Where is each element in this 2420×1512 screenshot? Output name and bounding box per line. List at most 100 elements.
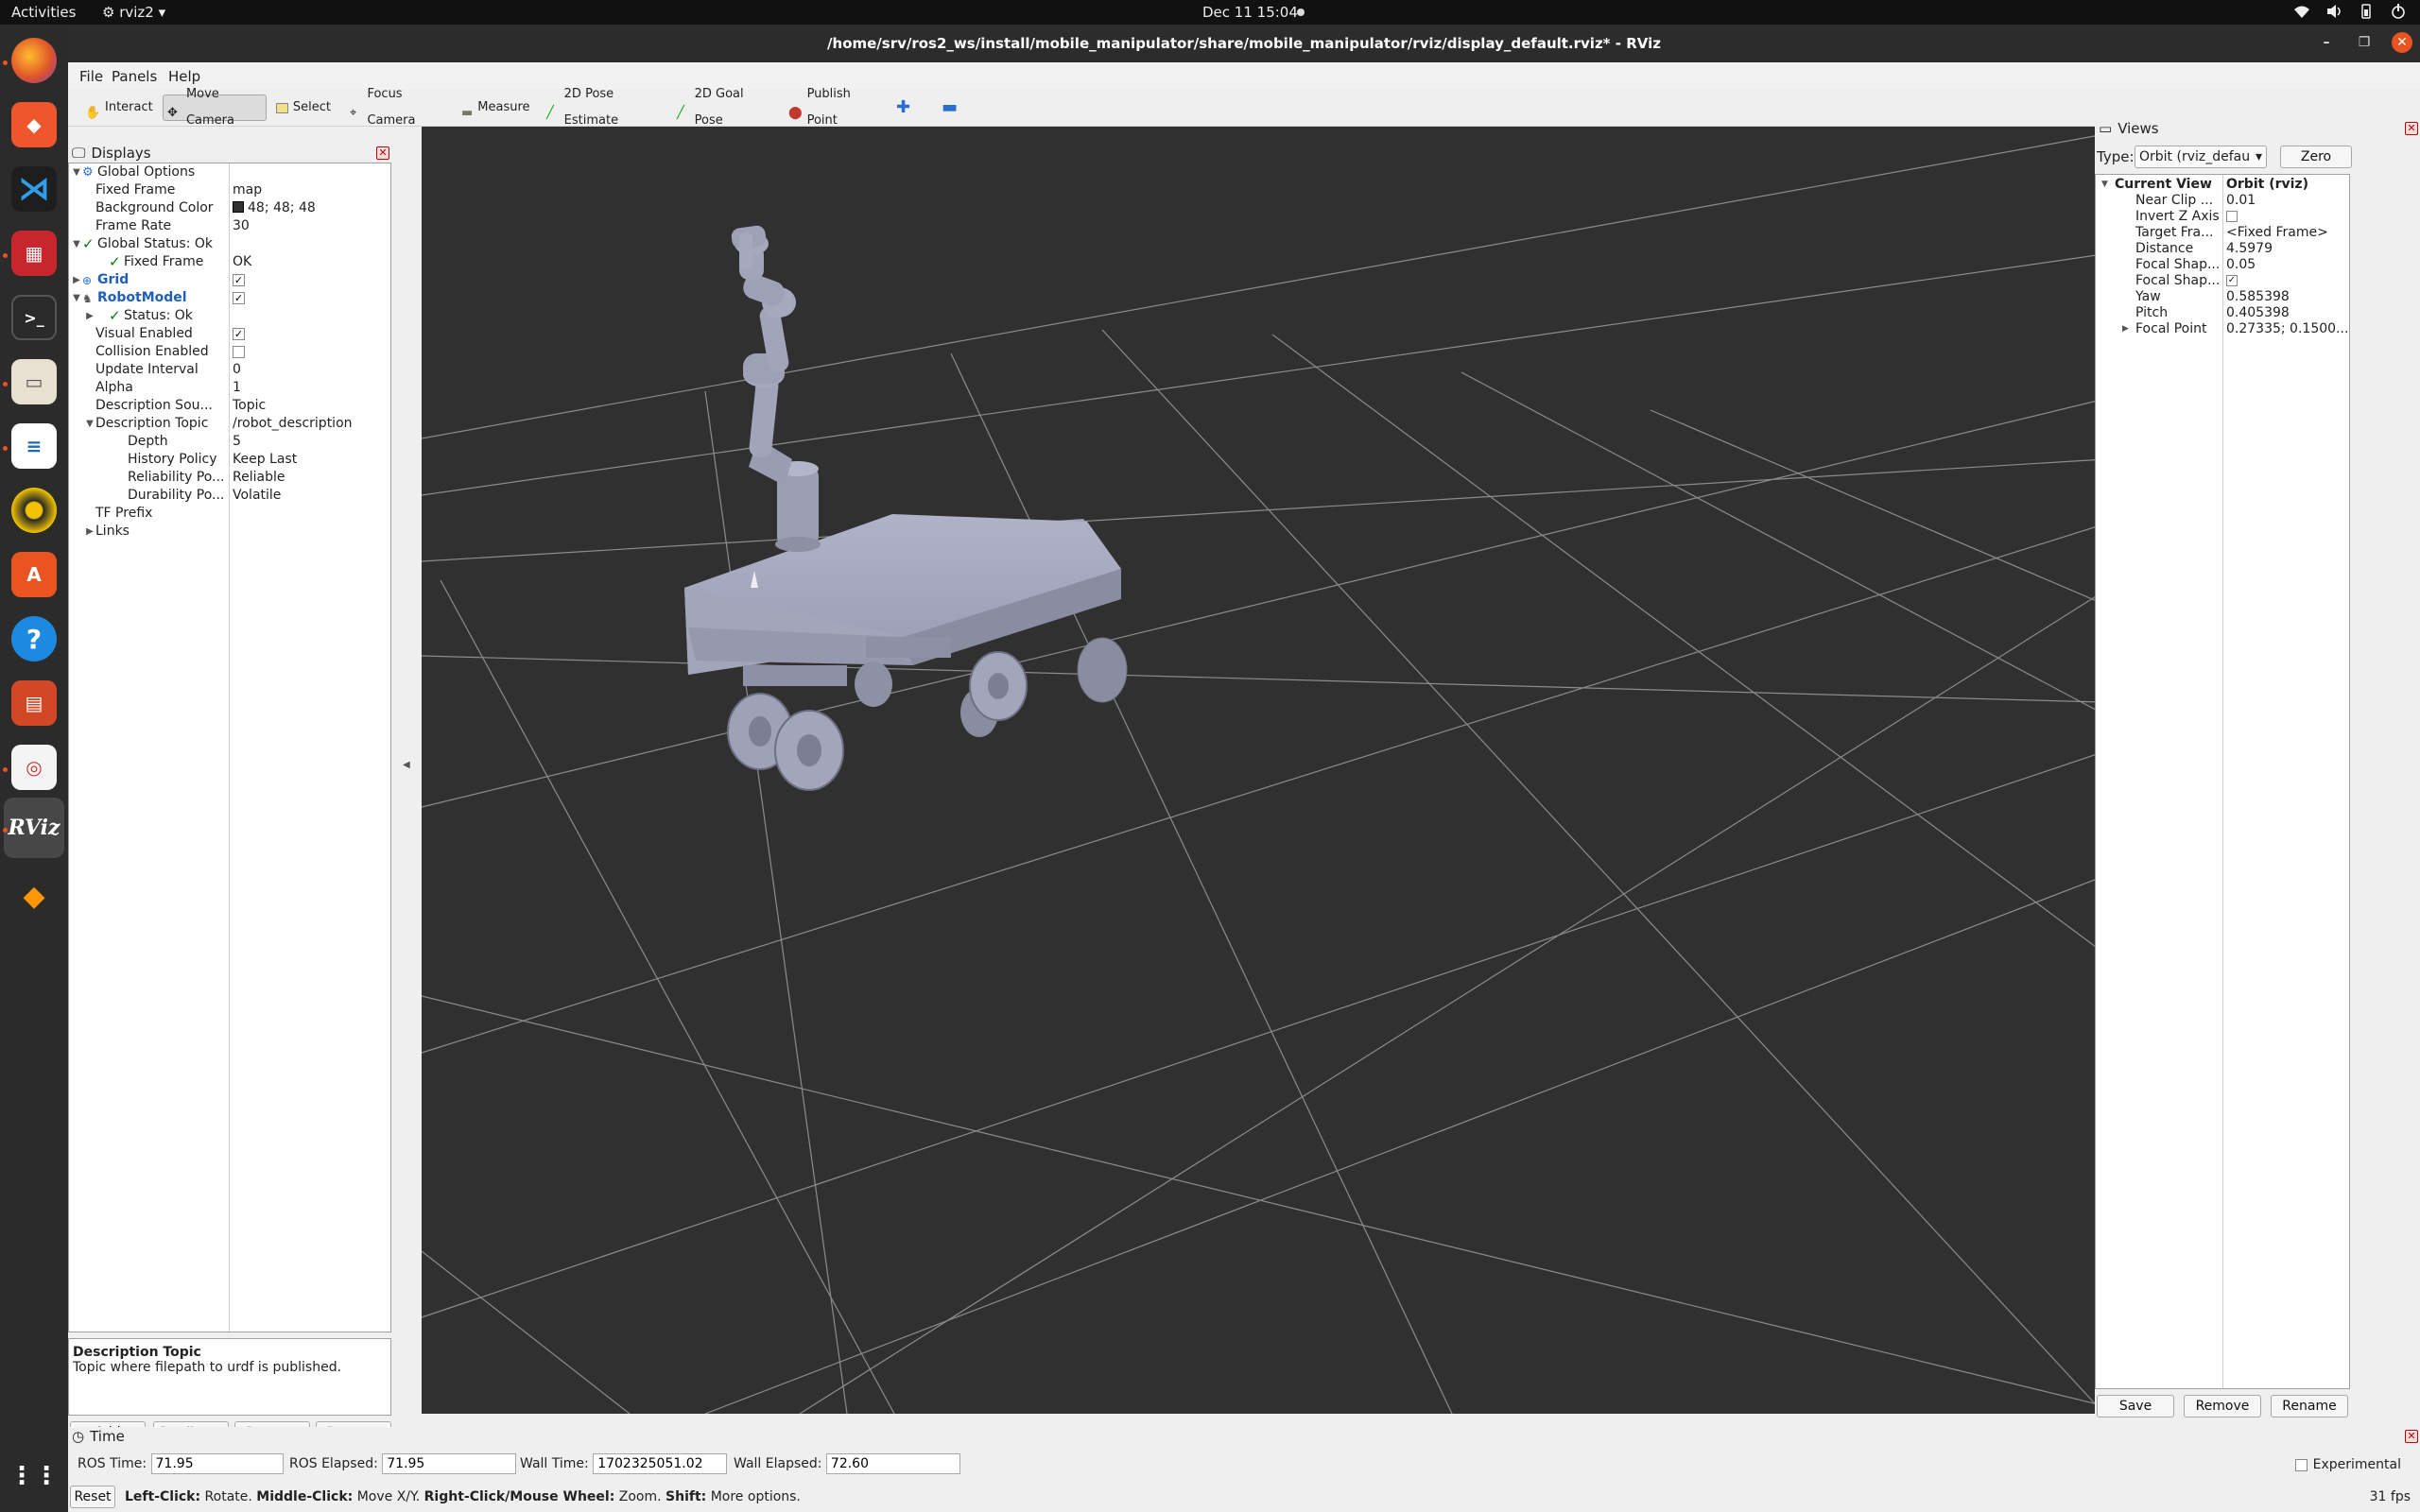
goal-pose-tool[interactable]: ╱ 2D Goal Pose bbox=[673, 87, 764, 128]
focal-shape-fixed-checkbox[interactable]: ✓ bbox=[2226, 275, 2238, 286]
tree-row-update-interval[interactable]: Update Interval 0 bbox=[69, 361, 390, 379]
help-icon[interactable]: ? bbox=[11, 616, 57, 662]
tree-row-tf-prefix[interactable]: TF Prefix bbox=[69, 505, 390, 523]
rename-view-button[interactable]: Rename bbox=[2271, 1395, 2348, 1418]
views-close-icon[interactable]: ✕ bbox=[2405, 122, 2418, 135]
save-view-button[interactable]: Save bbox=[2097, 1395, 2174, 1418]
view-row-near-clip[interactable]: Near Clip ... 0.01 bbox=[2096, 193, 2349, 209]
close-button[interactable]: ✕ bbox=[2392, 32, 2412, 53]
experimental-checkbox[interactable] bbox=[2294, 1458, 2308, 1471]
collapse-arrow-icon[interactable]: ▼ bbox=[2101, 177, 2108, 193]
view-type-select[interactable]: Orbit (rviz_defau ▾ bbox=[2135, 146, 2267, 168]
ros-elapsed-input[interactable] bbox=[382, 1453, 517, 1474]
view-row-current-view[interactable]: ▼ Current View Orbit (rviz) bbox=[2096, 177, 2349, 193]
experimental-option[interactable]: Experimental bbox=[2294, 1457, 2401, 1472]
focus-camera-tool[interactable]: ⌖ Focus Camera bbox=[346, 87, 441, 128]
remove-view-button[interactable]: Remove bbox=[2184, 1395, 2261, 1418]
tree-row-durability-policy[interactable]: Durability Po... Volatile bbox=[69, 487, 390, 505]
tree-row-fixed-frame[interactable]: Fixed Frame map bbox=[69, 181, 390, 199]
wall-elapsed-input[interactable] bbox=[825, 1453, 960, 1474]
tree-row-description-source[interactable]: Description Sou... Topic bbox=[69, 397, 390, 415]
collapse-left-icon[interactable]: ◀ bbox=[403, 760, 410, 770]
tree-row-visual-enabled[interactable]: Visual Enabled ✓ bbox=[69, 325, 390, 343]
tree-row-description-topic[interactable]: ▼ Description Topic /robot_description bbox=[69, 415, 390, 433]
ros-time-input[interactable] bbox=[150, 1453, 284, 1474]
firefox-icon[interactable] bbox=[11, 38, 57, 83]
view-row-focal-point[interactable]: ▶ Focal Point 0.27335; 0.1500... bbox=[2096, 321, 2349, 337]
grid-checkbox[interactable]: ✓ bbox=[233, 274, 245, 286]
view-row-target-frame[interactable]: Target Fra... <Fixed Frame> bbox=[2096, 225, 2349, 241]
view-row-invert-z[interactable]: Invert Z Axis bbox=[2096, 209, 2349, 225]
document-viewer-icon[interactable]: ◎ bbox=[11, 745, 57, 790]
sublime-icon[interactable]: ◆ bbox=[11, 873, 57, 919]
collapse-arrow-icon[interactable]: ▼ bbox=[71, 235, 82, 253]
rviz-icon[interactable]: RViz bbox=[8, 805, 60, 850]
system-tray[interactable] bbox=[2293, 4, 2407, 19]
move-camera-tool[interactable]: ✥ Move Camera bbox=[163, 87, 267, 128]
3d-render-view[interactable] bbox=[422, 127, 2136, 1414]
menu-file[interactable]: File bbox=[79, 68, 103, 85]
tree-row-alpha[interactable]: Alpha 1 bbox=[69, 379, 390, 397]
reset-button[interactable]: Reset bbox=[70, 1486, 115, 1508]
collision-enabled-checkbox[interactable] bbox=[233, 346, 245, 358]
brave-icon[interactable]: ◆ bbox=[11, 102, 57, 147]
tree-row-global-status[interactable]: ▼ ✓ Global Status: Ok bbox=[69, 235, 390, 253]
publish-point-tool[interactable]: ⬤ Publish Point bbox=[785, 87, 875, 128]
app-menu[interactable]: ⚙ rviz2 ▾ bbox=[102, 4, 165, 21]
app-center-icon[interactable]: A bbox=[11, 552, 57, 597]
collapse-arrow-icon[interactable]: ▼ bbox=[84, 415, 95, 433]
expand-arrow-icon[interactable]: ▶ bbox=[2122, 321, 2129, 337]
collapse-arrow-icon[interactable]: ▼ bbox=[71, 289, 82, 307]
invert-z-checkbox[interactable] bbox=[2226, 211, 2238, 222]
time-close-icon[interactable]: ✕ bbox=[2405, 1430, 2418, 1443]
view-row-pitch[interactable]: Pitch 0.405398 bbox=[2096, 305, 2349, 321]
add-tool-icon[interactable]: ✚ bbox=[892, 94, 913, 121]
title-bar[interactable]: /home/srv/ros2_ws/install/mobile_manipul… bbox=[68, 25, 2420, 62]
column-divider[interactable] bbox=[2222, 175, 2223, 1388]
terminator-icon[interactable]: ▦ bbox=[11, 231, 57, 276]
show-apps-icon[interactable]: ⋮⋮ bbox=[9, 1453, 59, 1499]
tree-row-history-policy[interactable]: History Policy Keep Last bbox=[69, 451, 390, 469]
files-icon[interactable]: ▭ bbox=[11, 359, 57, 404]
displays-close-icon[interactable]: ✕ bbox=[376, 146, 389, 160]
interact-tool[interactable]: ✋ Interact bbox=[81, 94, 153, 121]
tree-row-collision-enabled[interactable]: Collision Enabled bbox=[69, 343, 390, 361]
view-row-focal-shape-size[interactable]: Focal Shap... 0.05 bbox=[2096, 257, 2349, 273]
collapse-arrow-icon[interactable]: ▼ bbox=[71, 163, 82, 181]
tree-row-global-options[interactable]: ▼ ⚙ Global Options bbox=[69, 163, 390, 181]
restore-button[interactable]: ❐ bbox=[2354, 32, 2375, 53]
expand-arrow-icon[interactable]: ▶ bbox=[71, 271, 82, 289]
activities-button[interactable]: Activities bbox=[11, 4, 76, 21]
tree-row-links[interactable]: ▶ Links bbox=[69, 523, 390, 541]
menu-panels[interactable]: Panels bbox=[112, 68, 157, 85]
tree-row-background-color[interactable]: Background Color 48; 48; 48 bbox=[69, 199, 390, 217]
tree-row-reliability-policy[interactable]: Reliability Po... Reliable bbox=[69, 469, 390, 487]
remove-tool-icon[interactable]: ▬ bbox=[938, 94, 959, 121]
zero-button[interactable]: Zero bbox=[2280, 146, 2352, 168]
visual-enabled-checkbox[interactable]: ✓ bbox=[233, 328, 245, 340]
robotmodel-checkbox[interactable]: ✓ bbox=[233, 292, 245, 304]
tree-row-depth[interactable]: Depth 5 bbox=[69, 433, 390, 451]
rhythmbox-icon[interactable] bbox=[11, 488, 57, 533]
view-row-focal-shape-fixed[interactable]: Focal Shap... ✓ bbox=[2096, 273, 2349, 289]
view-row-yaw[interactable]: Yaw 0.585398 bbox=[2096, 289, 2349, 305]
tree-row-grid[interactable]: ▶ ⊕ Grid ✓ bbox=[69, 271, 390, 289]
expand-arrow-icon[interactable]: ▶ bbox=[84, 307, 95, 325]
select-tool[interactable]: Select bbox=[272, 94, 331, 121]
vscode-icon[interactable]: ⋊ bbox=[11, 166, 57, 212]
clock[interactable]: Dec 11 15:04 bbox=[1202, 4, 1298, 21]
terminal-icon[interactable]: >_ bbox=[11, 295, 57, 340]
wall-time-input[interactable] bbox=[593, 1453, 728, 1474]
pose-estimate-tool[interactable]: ╱ 2D Pose Estimate bbox=[543, 87, 656, 128]
grid-lines bbox=[422, 128, 2136, 1414]
writer-icon[interactable]: ≡ bbox=[11, 423, 57, 469]
tree-row-status-fixed-frame[interactable]: ✓ Fixed Frame OK bbox=[69, 253, 390, 271]
minimize-button[interactable]: – bbox=[2316, 32, 2337, 53]
view-row-distance[interactable]: Distance 4.5979 bbox=[2096, 241, 2349, 257]
tree-row-robotmodel[interactable]: ▼ ♞ RobotModel ✓ bbox=[69, 289, 390, 307]
impress-icon[interactable]: ▤ bbox=[11, 680, 57, 726]
expand-arrow-icon[interactable]: ▶ bbox=[84, 523, 95, 541]
tree-row-frame-rate[interactable]: Frame Rate 30 bbox=[69, 217, 390, 235]
tree-row-status-ok[interactable]: ▶ ✓ Status: Ok bbox=[69, 307, 390, 325]
measure-tool[interactable]: ▬ Measure bbox=[458, 94, 530, 121]
